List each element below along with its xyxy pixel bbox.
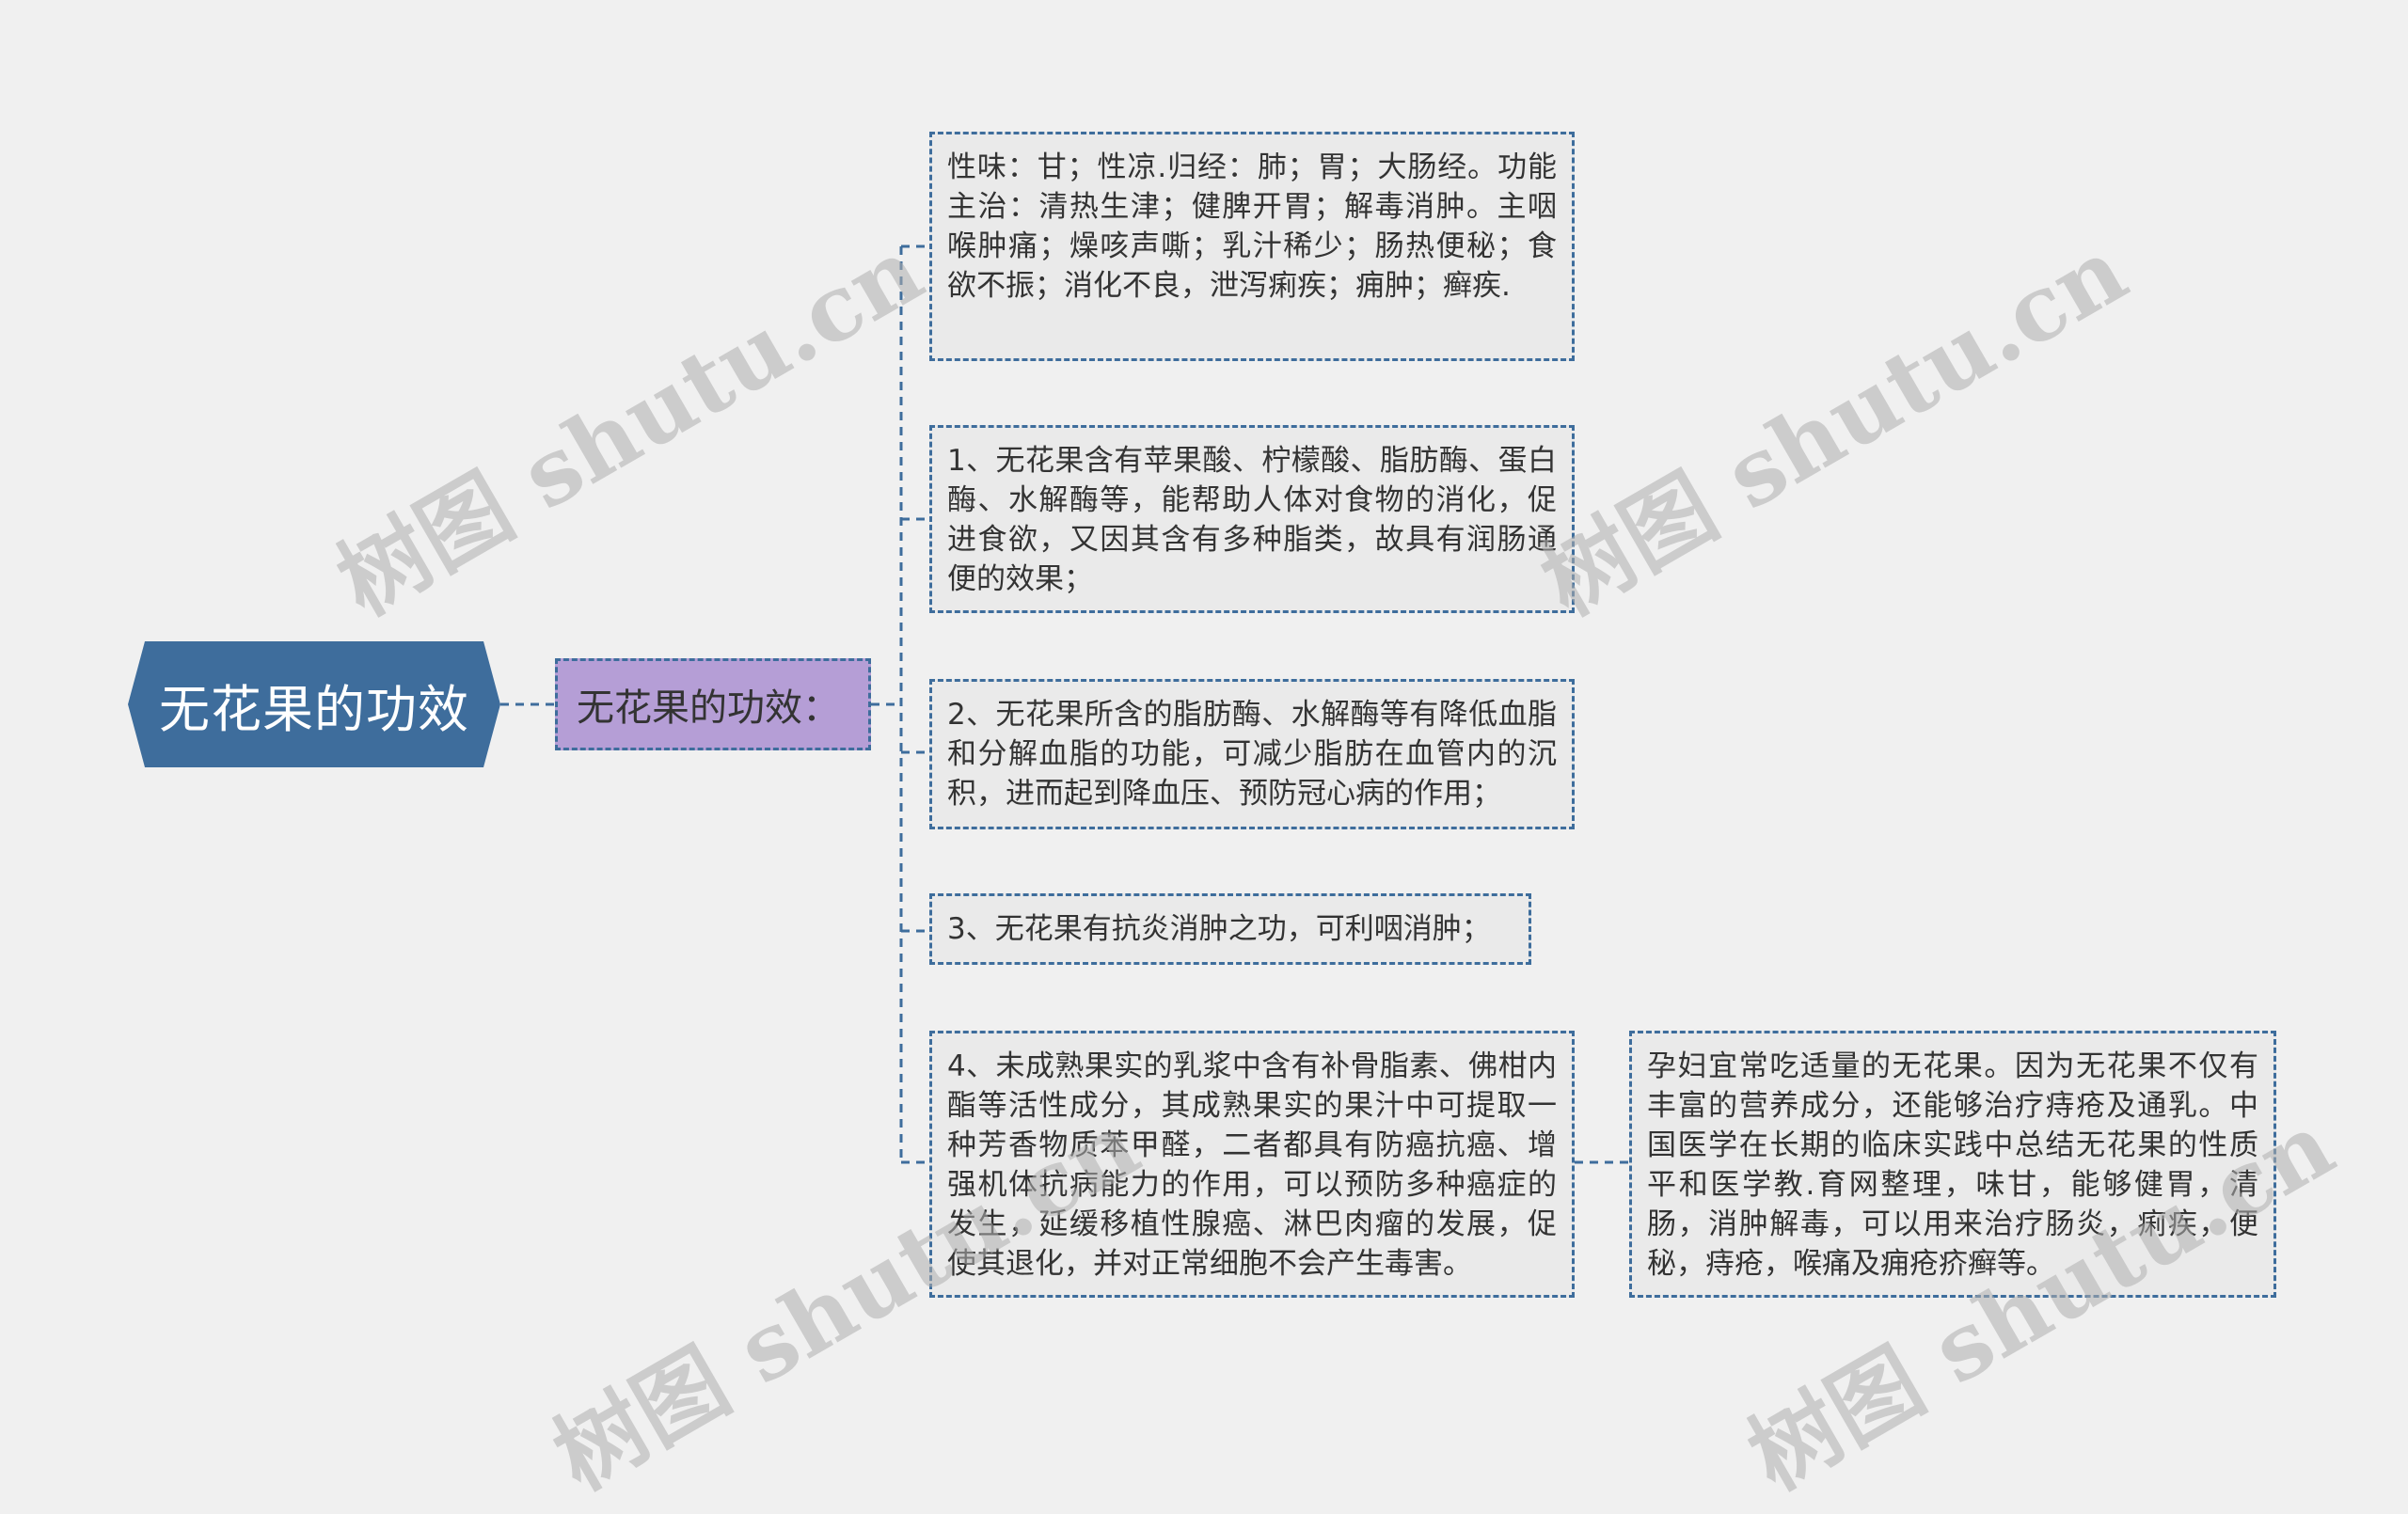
root-topic-node[interactable]: 无花果的功效: [128, 641, 500, 767]
root-topic-label: 无花果的功效: [159, 679, 469, 739]
leaf-text: 性味：甘；性凉.归经：肺；胃；大肠经。功能主治：清热生津；健脾开胃；解毒消肿。主…: [947, 150, 1557, 303]
sub-leaf-node-pregnancy[interactable]: 孕妇宜常吃适量的无花果。因为无花果不仅有丰富的营养成分，还能够治疗痔疮及通乳。中…: [1629, 1031, 2276, 1298]
mind-map-canvas: 无花果的功效 无花果的功效： 性味：甘；性凉.归经：肺；胃；大肠经。功能主治：清…: [0, 0, 2408, 1510]
branch-topic-node[interactable]: 无花果的功效：: [555, 658, 871, 750]
leaf-text: 2、无花果所含的脂肪酶、水解酶等有降低血脂和分解血脂的功能，可减少脂肪在血管内的…: [947, 698, 1557, 811]
leaf-node-properties[interactable]: 性味：甘；性凉.归经：肺；胃；大肠经。功能主治：清热生津；健脾开胃；解毒消肿。主…: [929, 132, 1575, 361]
leaf-node-digestion[interactable]: 1、无花果含有苹果酸、柠檬酸、脂肪酶、蛋白酶、水解酶等，能帮助人体对食物的消化，…: [929, 425, 1575, 613]
leaf-text: 3、无花果有抗炎消肿之功，可利咽消肿；: [947, 912, 1491, 946]
leaf-text: 1、无花果含有苹果酸、柠檬酸、脂肪酶、蛋白酶、水解酶等，能帮助人体对食物的消化，…: [947, 444, 1557, 596]
branch-topic-label: 无花果的功效：: [577, 686, 840, 730]
leaf-node-anti-inflammatory[interactable]: 3、无花果有抗炎消肿之功，可利咽消肿；: [929, 893, 1531, 965]
leaf-node-blood-lipids[interactable]: 2、无花果所含的脂肪酶、水解酶等有降低血脂和分解血脂的功能，可减少脂肪在血管内的…: [929, 679, 1575, 829]
sub-leaf-text: 孕妇宜常吃适量的无花果。因为无花果不仅有丰富的营养成分，还能够治疗痔疮及通乳。中…: [1647, 1049, 2258, 1281]
leaf-text: 4、未成熟果实的乳浆中含有补骨脂素、佛柑内酯等活性成分，其成熟果实的果汁中可提取…: [947, 1049, 1557, 1281]
leaf-node-anti-cancer[interactable]: 4、未成熟果实的乳浆中含有补骨脂素、佛柑内酯等活性成分，其成熟果实的果汁中可提取…: [929, 1031, 1575, 1298]
